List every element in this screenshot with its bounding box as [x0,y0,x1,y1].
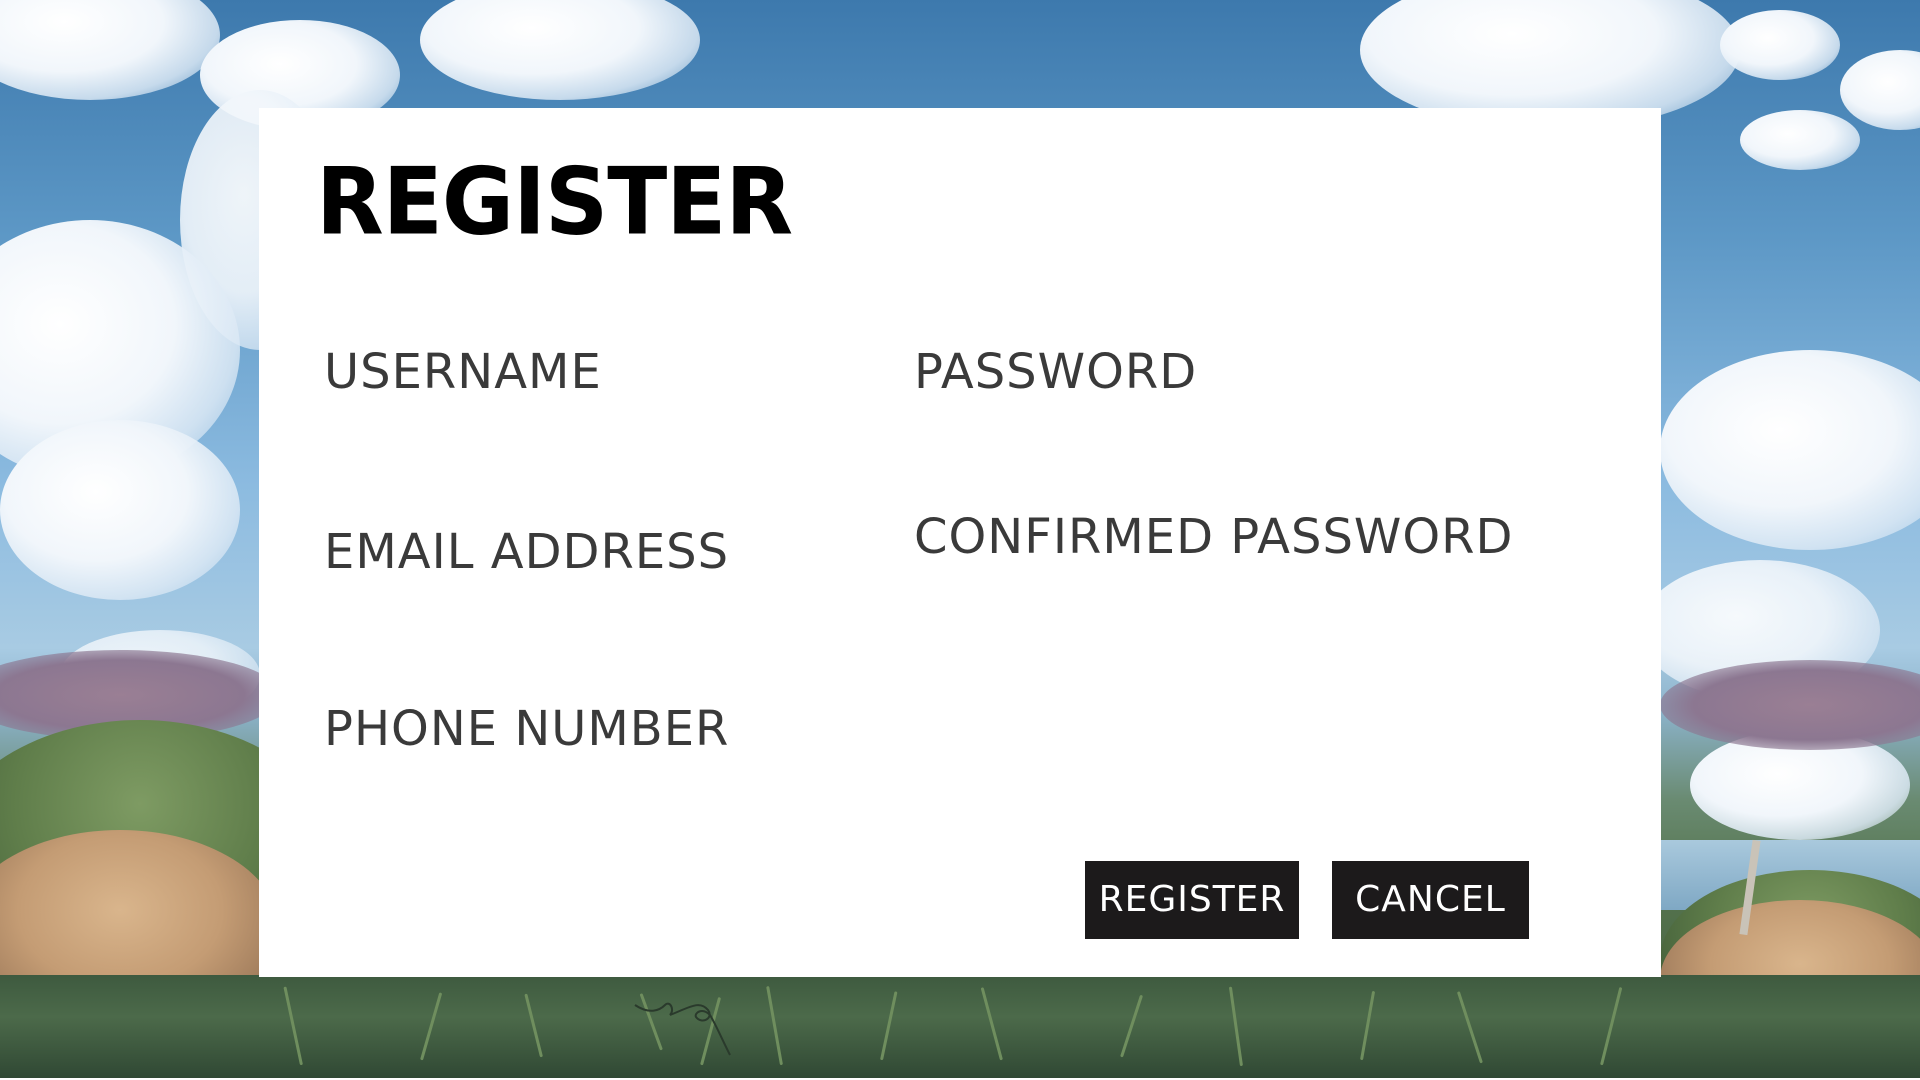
cancel-button[interactable]: CANCEL [1332,861,1529,939]
password-input[interactable] [914,408,1394,468]
username-field: USERNAME [324,348,804,468]
email-input[interactable] [324,588,804,648]
squiggle-doodle-icon [634,1002,731,1056]
confirm-password-field: CONFIRMED PASSWORD [914,513,1513,633]
password-label: PASSWORD [914,344,1198,400]
password-field: PASSWORD [914,348,1394,468]
username-input[interactable] [324,408,804,468]
email-field: EMAIL ADDRESS [324,528,804,648]
email-label: EMAIL ADDRESS [324,524,730,580]
register-dialog: REGISTER USERNAME PASSWORD EMAIL ADDRESS… [259,108,1661,977]
phone-label: PHONE NUMBER [324,701,730,757]
confirm-password-label: CONFIRMED PASSWORD [914,509,1514,565]
username-label: USERNAME [324,344,602,400]
phone-input[interactable] [324,765,804,825]
register-button[interactable]: REGISTER [1085,861,1299,939]
phone-field: PHONE NUMBER [324,705,804,825]
confirm-password-input[interactable] [914,573,1394,633]
page-title: REGISTER [316,147,793,256]
